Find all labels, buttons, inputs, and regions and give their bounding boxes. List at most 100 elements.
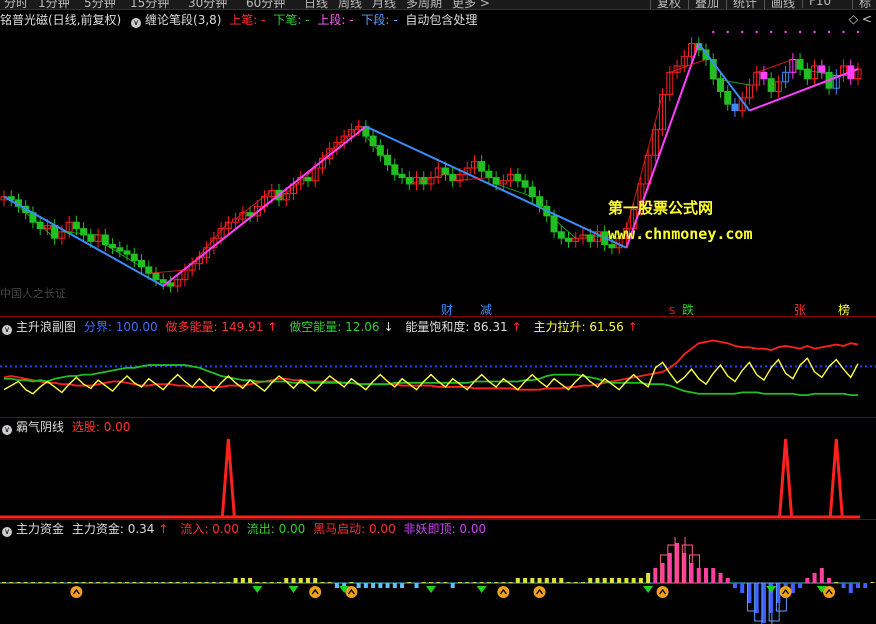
flow-bar xyxy=(125,582,130,583)
flow-bar xyxy=(494,582,499,583)
up-bi-label: 上笔: - xyxy=(229,13,266,27)
period-tab-7[interactable]: 周线 xyxy=(338,0,362,9)
chevron-down-icon[interactable]: ∨ xyxy=(2,425,12,435)
candle-body xyxy=(818,65,826,73)
flow-bar xyxy=(523,578,528,583)
chevron-down-icon[interactable]: ∨ xyxy=(2,325,12,335)
flow-bar xyxy=(23,582,28,583)
top-dot xyxy=(842,30,845,34)
flow-bar xyxy=(291,578,296,583)
candle-body xyxy=(449,173,457,182)
bi-line xyxy=(278,167,316,201)
toolbar-button-0[interactable]: 复权 xyxy=(650,0,687,9)
candle-body xyxy=(441,167,449,175)
top-dot xyxy=(827,30,831,34)
down-arrow-icon: ↓ xyxy=(383,320,394,334)
indicator-name[interactable]: 缠论笔段(3,8) xyxy=(145,13,221,27)
candle-body xyxy=(514,173,522,182)
zuokong-value: 做空能量: 12.06 xyxy=(289,320,380,334)
spike xyxy=(778,438,794,518)
top-dot xyxy=(726,30,729,34)
sell-triangle-icon xyxy=(476,586,487,593)
period-tab-8[interactable]: 月线 xyxy=(372,0,396,9)
spike xyxy=(220,438,236,518)
bi-line xyxy=(365,135,403,178)
candle-body xyxy=(492,177,500,185)
period-tab-5[interactable]: 60分钟 xyxy=(246,0,285,9)
toolbar-button-2[interactable]: 统计 xyxy=(726,0,763,9)
period-tab-3[interactable]: 15分钟 xyxy=(130,0,169,9)
auto-include-label: 自动包含处理 xyxy=(405,13,478,27)
flow-bar xyxy=(530,578,535,583)
candle-body xyxy=(550,215,558,233)
event-mark-s: S xyxy=(669,306,675,316)
flow-bar xyxy=(501,582,506,583)
flow-bar xyxy=(320,582,325,583)
flow-bar xyxy=(754,583,759,613)
flow-bar xyxy=(675,543,680,583)
candle-body xyxy=(304,177,312,182)
sell-triangle-icon xyxy=(426,586,436,593)
period-tab-6[interactable]: 日线 xyxy=(304,0,328,9)
flow-bar xyxy=(856,583,860,588)
period-toolbar: 分时 1分钟 5分钟 15分钟 30分钟 60分钟 日线 周线 月线 多周期 更多 > 复权 叠加 统计画… xyxy=(0,0,876,10)
flow-bar xyxy=(262,582,267,583)
fenjie-value: 分界: 100.00 xyxy=(83,320,158,334)
flow-bar xyxy=(443,582,448,583)
flow-bar xyxy=(747,583,752,603)
candle-body xyxy=(123,250,131,255)
top-dot xyxy=(769,30,773,34)
up-arrow-icon: ↑ xyxy=(267,320,278,334)
flow-bar xyxy=(392,583,397,588)
flow-bar xyxy=(544,578,549,583)
chevron-down-icon[interactable]: ∨ xyxy=(131,18,142,28)
liuchu-value: 流出: 0.00 xyxy=(246,522,306,536)
flow-bar xyxy=(334,583,339,588)
toolbar-button-5[interactable]: 标记 xyxy=(852,0,876,9)
flow-bar xyxy=(400,583,405,588)
period-tab-2[interactable]: 5分钟 xyxy=(84,0,116,9)
zhuli-value: 主力资金: 0.34 xyxy=(71,522,155,536)
flow-bar xyxy=(595,578,600,583)
period-tab-1[interactable]: 1分钟 xyxy=(38,0,70,9)
bi-line xyxy=(409,173,446,185)
flow-bar xyxy=(168,582,173,583)
period-tab-9[interactable]: 多周期 xyxy=(406,0,442,9)
flow-bar xyxy=(682,553,687,583)
liuru-value: 流入: 0.00 xyxy=(180,522,239,536)
flow-bar xyxy=(219,582,224,583)
candle-body xyxy=(731,103,739,112)
flow-bar xyxy=(153,582,158,583)
toolbar-button-3[interactable]: 画线 xyxy=(764,0,801,9)
toolbar-button-1[interactable]: 叠加 xyxy=(688,0,725,9)
panel4-title[interactable]: 主力资金 xyxy=(16,522,64,536)
energy-line-chart xyxy=(0,339,876,397)
flow-bar xyxy=(486,582,491,583)
period-tab-10[interactable]: 更多 > xyxy=(452,0,490,9)
flow-bar xyxy=(139,582,144,583)
flow-bar xyxy=(421,582,426,583)
flow-bar xyxy=(182,582,187,583)
chevron-down-icon[interactable]: ∨ xyxy=(2,527,12,537)
bi-line xyxy=(756,59,794,73)
flow-bar xyxy=(515,578,520,583)
period-tab-4[interactable]: 30分钟 xyxy=(188,0,227,9)
candle-body xyxy=(724,90,732,105)
toolbar-button-4[interactable]: F10 xyxy=(802,0,837,8)
candle-body xyxy=(608,244,616,249)
flow-bar xyxy=(805,578,810,583)
flow-bar xyxy=(725,578,730,583)
flow-bar xyxy=(660,563,665,583)
panel3-title[interactable]: 霸气阴线 xyxy=(16,420,64,434)
nav-arrows[interactable]: ◇ < xyxy=(849,12,872,26)
flow-bar xyxy=(696,568,701,583)
panel2-title[interactable]: 主升浪副图 xyxy=(16,320,76,334)
flow-bar xyxy=(349,582,354,583)
flow-bar xyxy=(588,578,593,583)
flow-bar xyxy=(827,578,832,583)
flow-bar xyxy=(81,582,86,583)
period-tab-0[interactable]: 分时 xyxy=(4,0,28,9)
flow-bar xyxy=(161,582,166,583)
flow-bar xyxy=(175,582,180,583)
flow-bar xyxy=(863,583,868,588)
